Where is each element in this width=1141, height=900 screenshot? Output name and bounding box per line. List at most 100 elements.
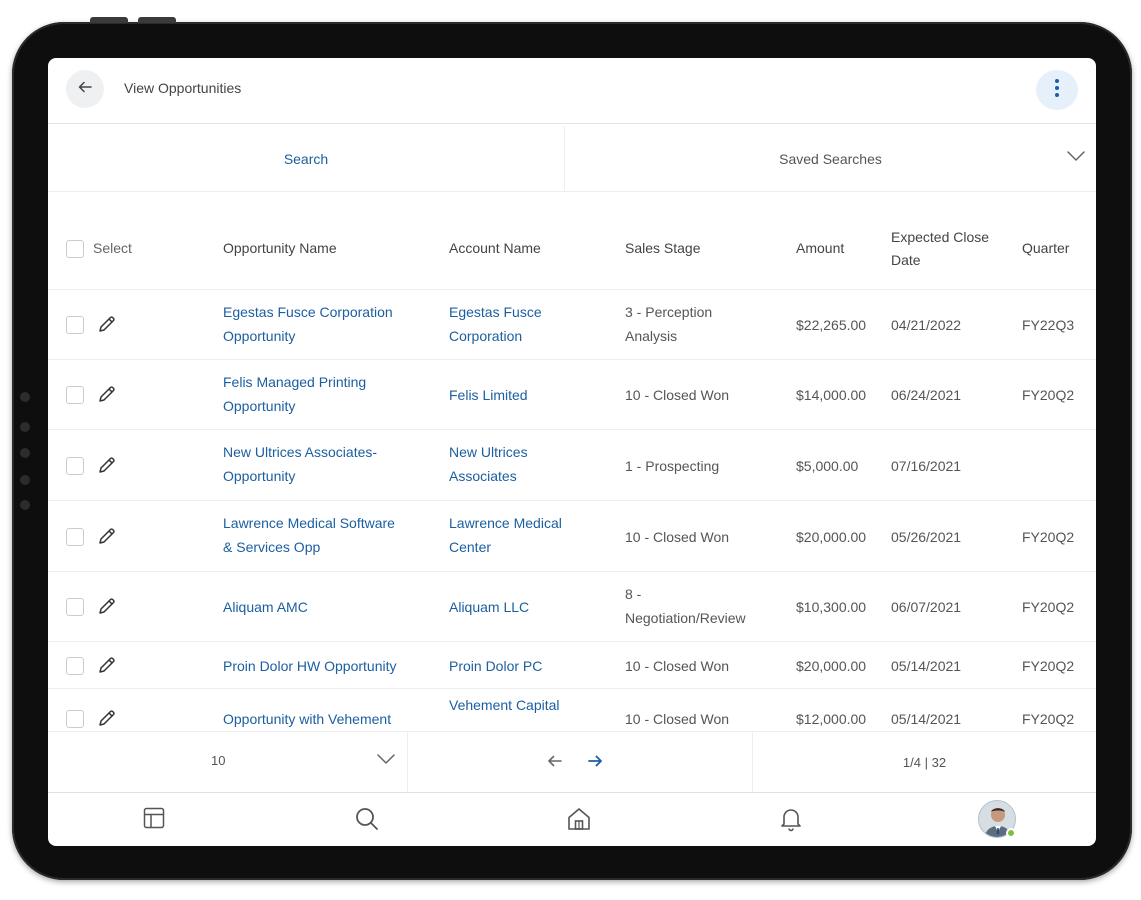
- sales-stage-line2: Negotiation/Review: [625, 610, 746, 626]
- edit-icon[interactable]: [97, 526, 117, 551]
- opportunity-name-link[interactable]: Egestas Fusce Corporation Opportunity: [223, 300, 393, 348]
- account-name-link[interactable]: Lawrence Medical Center: [449, 511, 562, 559]
- account-name-link[interactable]: Vehement Capital: [449, 693, 560, 717]
- quarter: FY20Q2: [1022, 658, 1075, 674]
- edit-icon[interactable]: [97, 708, 117, 729]
- account-name-link[interactable]: Aliquam LLC: [449, 595, 529, 619]
- search-icon[interactable]: [354, 806, 380, 837]
- sales-stage-line1: 10 - Closed Won: [625, 658, 730, 674]
- sales-stage-line1: 3 - Perception: [625, 304, 713, 320]
- opportunities-table: Select Opportunity Name Account Name Sal…: [48, 194, 1096, 729]
- select-all-checkbox[interactable]: [66, 240, 84, 258]
- row-select-checkbox[interactable]: [66, 528, 84, 546]
- table-row: Opportunity with Vehement Vehement Capita…: [48, 689, 1096, 729]
- column-header-close-line2: Date: [891, 252, 921, 268]
- column-header-quarter[interactable]: Quarter: [1022, 237, 1069, 260]
- page-count: 1/4 | 32: [902, 754, 947, 770]
- arrow-right-icon[interactable]: [586, 752, 604, 775]
- device-sensor: [20, 500, 30, 510]
- sales-stage-line1: 10 - Closed Won: [625, 711, 730, 727]
- edit-icon[interactable]: [97, 384, 117, 409]
- row-select-checkbox[interactable]: [66, 710, 84, 728]
- account-name-line2: Corporation: [449, 328, 523, 344]
- account-name-line1: Felis Limited: [449, 387, 528, 403]
- column-header-account-name[interactable]: Account Name: [449, 237, 541, 260]
- opportunity-name-line2: Opportunity: [223, 398, 296, 414]
- pagination-nav: [408, 732, 753, 792]
- opportunity-name-line2: Opportunity: [223, 328, 296, 344]
- account-name-link[interactable]: Felis Limited: [449, 383, 528, 407]
- row-select-checkbox[interactable]: [66, 457, 84, 475]
- opportunity-name-line1: Lawrence Medical Software: [223, 515, 395, 531]
- account-name-link[interactable]: Proin Dolor PC: [449, 654, 542, 678]
- pagination-bar: 10 1/4 | 32: [48, 731, 1096, 792]
- device-button: [138, 17, 176, 23]
- account-name-link[interactable]: Egestas Fusce Corporation: [449, 300, 542, 348]
- bell-icon[interactable]: [779, 806, 803, 837]
- account-name-line1: Egestas Fusce: [449, 304, 542, 320]
- page-title: View Opportunities: [124, 80, 242, 96]
- quarter: FY20Q2: [1022, 711, 1075, 727]
- more-options-button[interactable]: [1036, 70, 1078, 110]
- device-sensor: [20, 392, 30, 402]
- opportunity-name-link[interactable]: New Ultrices Associates- Opportunity: [223, 440, 377, 488]
- amount: $12,000.00: [796, 711, 867, 727]
- arrow-left-icon[interactable]: [546, 752, 564, 775]
- table-row: Lawrence Medical Software & Services Opp L…: [48, 501, 1096, 572]
- account-name-line2: Associates: [449, 468, 517, 484]
- row-select-checkbox[interactable]: [66, 657, 84, 675]
- device-sensor: [20, 475, 30, 485]
- expected-close-date: 05/26/2021: [891, 529, 962, 545]
- table-row: Proin Dolor HW Opportunity Proin Dolor PC…: [48, 642, 1096, 689]
- amount: $22,265.00: [796, 317, 867, 333]
- expected-close-date: 07/16/2021: [891, 458, 962, 474]
- sales-stage: 3 - Perception Analysis: [625, 300, 712, 348]
- chevron-down-icon: [1066, 149, 1086, 166]
- edit-icon[interactable]: [97, 314, 117, 339]
- edit-icon[interactable]: [97, 655, 117, 680]
- account-name-line2: Center: [449, 539, 492, 555]
- table-row: Egestas Fusce Corporation Opportunity Eges…: [48, 290, 1096, 360]
- amount: $10,300.00: [796, 599, 867, 615]
- column-header-opportunity-name[interactable]: Opportunity Name: [223, 237, 337, 260]
- expected-close-date: 06/07/2021: [891, 599, 962, 615]
- chevron-down-icon: [376, 752, 396, 771]
- opportunity-name-link[interactable]: Proin Dolor HW Opportunity: [223, 654, 397, 678]
- online-status-indicator: [1006, 828, 1016, 838]
- tab-search[interactable]: Search: [48, 126, 565, 192]
- edit-icon[interactable]: [97, 455, 117, 480]
- device-button: [90, 17, 128, 23]
- sales-stage: 10 - Closed Won: [625, 654, 729, 678]
- opportunity-name-link[interactable]: Aliquam AMC: [223, 595, 308, 619]
- quarter: FY20Q2: [1022, 599, 1075, 615]
- table-header: Select Opportunity Name Account Name Sal…: [48, 194, 1096, 290]
- opportunity-name-line1: Egestas Fusce Corporation: [223, 304, 393, 320]
- back-button[interactable]: [66, 70, 104, 108]
- sales-stage: 1 - Prospecting: [625, 454, 719, 478]
- sales-stage: 10 - Closed Won: [625, 525, 729, 549]
- account-name-link[interactable]: New Ultrices Associates: [449, 440, 528, 488]
- sales-stage-line1: 10 - Closed Won: [625, 529, 730, 545]
- tab-saved-searches-label: Saved Searches: [779, 151, 882, 167]
- opportunity-name-link[interactable]: Lawrence Medical Software & Services Opp: [223, 511, 395, 559]
- dashboard-icon[interactable]: [142, 806, 166, 835]
- row-select-checkbox[interactable]: [66, 598, 84, 616]
- page-size-select[interactable]: 10: [48, 732, 408, 792]
- column-header-expected-close-date[interactable]: Expected Close Date: [891, 226, 989, 272]
- arrow-left-icon: [77, 79, 93, 100]
- row-select-checkbox[interactable]: [66, 386, 84, 404]
- expected-close-date: 04/21/2022: [891, 317, 962, 333]
- device-sensor: [20, 422, 30, 432]
- sales-stage-line1: 1 - Prospecting: [625, 458, 720, 474]
- row-select-checkbox[interactable]: [66, 316, 84, 334]
- amount: $20,000.00: [796, 529, 867, 545]
- opportunity-name-link[interactable]: Opportunity with Vehement: [223, 707, 391, 729]
- tab-saved-searches[interactable]: Saved Searches: [565, 126, 1096, 192]
- opportunity-name-link[interactable]: Felis Managed Printing Opportunity: [223, 370, 366, 418]
- edit-icon[interactable]: [97, 596, 117, 621]
- account-name-line1: Aliquam LLC: [449, 599, 530, 615]
- column-header-amount[interactable]: Amount: [796, 237, 844, 260]
- column-header-sales-stage[interactable]: Sales Stage: [625, 237, 701, 260]
- home-icon[interactable]: [566, 806, 592, 837]
- quarter: FY22Q3: [1022, 317, 1075, 333]
